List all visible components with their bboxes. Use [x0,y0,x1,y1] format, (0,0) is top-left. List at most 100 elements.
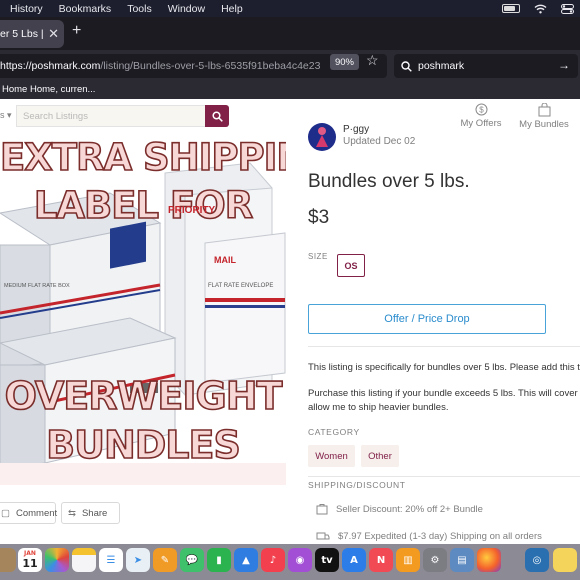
stickies-icon[interactable] [553,548,577,572]
hero-line-4: BUNDLES [45,423,241,467]
my-offers-link[interactable]: $ My Offers [451,103,511,129]
navigation-toolbar: https://poshmark.com/listing/Bundles-ove… [0,50,580,80]
listing-image[interactable]: EXTRA SHIPPING LABEL FOR OVERWEIGHT BUND… [0,133,286,485]
dock: JAN 11 ☰ ➤ ✎ 💬 ▮ ▲ ♪ ◉ tv A N ▥ ⚙ ▤ ◎ [0,544,580,580]
search-icon [401,60,412,72]
status-tray [502,0,574,17]
maps-icon[interactable]: ➤ [126,548,150,572]
description-line-2: Purchase this listing if your bundle exc… [308,388,580,399]
my-bundles-label: My Bundles [519,119,569,130]
keynote-icon[interactable]: ▲ [234,548,258,572]
dock-app-icon[interactable] [0,548,16,572]
comment-button[interactable]: ▢ Comment [0,502,58,524]
updated-date: Updated Dec 02 [343,136,416,147]
bookmark-star-icon[interactable]: ☆ [366,52,379,69]
seller-discount-row: Seller Discount: 20% off 2+ Bundle [316,503,483,515]
notes-icon[interactable] [72,548,96,572]
close-tab-icon[interactable]: ✕ [48,26,59,42]
comment-icon: ▢ [1,507,10,519]
category-chip-other[interactable]: Other [361,445,399,467]
menu-history[interactable]: History [10,3,43,15]
box-priority-label: PRIORITY [168,205,216,216]
hero-line-2: LABEL FOR [33,184,254,227]
offer-price-drop-button[interactable]: Offer / Price Drop [308,304,546,334]
hero-line-3: OVERWEIGHT [4,374,283,418]
zoom-level-badge[interactable]: 90% [330,54,359,70]
system-settings-icon[interactable]: ⚙ [423,548,447,572]
comment-label: Comment [15,507,58,519]
my-offers-label: My Offers [460,118,502,129]
avatar-figure [316,127,328,147]
share-button[interactable]: ⇆ Share [61,502,120,524]
site-header: s ▾ Search Listings $ My Offers My Bundl… [0,99,580,133]
search-query: poshmark [418,60,465,72]
address-bar[interactable]: https://poshmark.com/listing/Bundles-ove… [0,54,387,78]
description-line-3: allow me to ship heavier bundles. [308,402,449,413]
reminders-icon[interactable]: ☰ [99,548,123,572]
calendar-icon[interactable]: JAN 11 [18,548,42,572]
battery-icon[interactable] [502,4,520,13]
numbers-icon[interactable]: ▮ [207,548,231,572]
music-icon[interactable]: ♪ [261,548,285,572]
shopping-bag-icon [538,103,550,117]
shipping-discount-label: SHIPPING/DISCOUNT [308,480,406,490]
search-scope-dropdown[interactable]: s ▾ [0,110,12,121]
search-icon [211,110,223,122]
search-scope-label: s [0,110,5,120]
description-line-1: This listing is specifically for bundles… [308,362,580,373]
category-label: CATEGORY [308,427,360,437]
category-chip-women[interactable]: Women [308,445,355,467]
menu-tools[interactable]: Tools [127,3,152,15]
screen: History Bookmarks Tools Window Help er 5… [0,0,580,580]
share-label: Share [81,507,108,519]
browser-app-icon[interactable]: ◎ [525,548,549,572]
tab-title: er 5 Lbs | Pos [0,28,46,40]
box-flat-rate-label: FLAT RATE ENVELOPE [208,283,274,289]
tab-poshmark-listing[interactable]: er 5 Lbs | Pos ✕ [0,20,64,48]
preview-icon[interactable]: ▤ [450,548,474,572]
podcasts-icon[interactable]: ◉ [288,548,312,572]
seller-discount-text: Seller Discount: 20% off 2+ Bundle [336,503,483,515]
bookmark-home[interactable]: Home Home, curren... [2,84,95,95]
share-icon: ⇆ [68,507,76,519]
size-label: SIZE [308,252,328,261]
offer-dollar-icon: $ [475,103,487,116]
box-medium-label: MEDIUM FLAT RATE BOX [4,283,70,289]
tv-icon[interactable]: tv [315,548,339,572]
seller-name[interactable]: P·ggy [343,124,369,135]
menu-help[interactable]: Help [221,3,243,15]
control-center-icon[interactable] [561,3,574,14]
divider [308,476,580,477]
bundle-box-icon [316,504,328,515]
shipping-option-text: $7.97 Expedited (1-3 day) Shipping on al… [338,531,542,542]
menu-bar: History Bookmarks Tools Window Help [0,0,580,17]
menu-bookmarks[interactable]: Bookmarks [59,3,112,15]
wifi-icon[interactable] [534,4,547,14]
photos-icon[interactable] [45,548,69,572]
bookmarks-bar: Home Home, curren... [0,80,580,99]
seller-avatar[interactable] [308,123,336,151]
app-store-icon[interactable]: A [342,548,366,572]
new-tab-button[interactable]: + [72,23,81,39]
news-icon[interactable]: N [369,548,393,572]
hero-line-1: EXTRA SHIPPING [0,136,286,179]
listing-title: Bundles over 5 lbs. [308,171,470,192]
size-option-os[interactable]: OS [337,254,365,277]
url-path: /listing/Bundles-over-5-lbs-6535f91beba4… [100,60,321,72]
search-go-arrow-icon[interactable]: → [558,58,570,72]
my-bundles-link[interactable]: My Bundles [514,103,574,130]
books-icon[interactable]: ▥ [396,548,420,572]
listing-search-input[interactable]: Search Listings [16,105,206,127]
calendar-day: 11 [22,557,38,570]
listing-search-placeholder: Search Listings [23,110,88,122]
url-host: https://poshmark.com [0,60,101,72]
messages-icon[interactable]: 💬 [180,548,204,572]
pages-icon[interactable]: ✎ [153,548,177,572]
firefox-icon[interactable] [477,548,501,572]
menu-window[interactable]: Window [168,3,205,15]
shipping-option-row: $7.97 Expedited (1-3 day) Shipping on al… [316,531,542,542]
search-bar[interactable]: poshmark → [394,54,578,78]
listing-price: $3 [308,207,330,228]
box-mail-label: MAIL [214,255,236,265]
listing-search-button[interactable] [205,105,229,127]
